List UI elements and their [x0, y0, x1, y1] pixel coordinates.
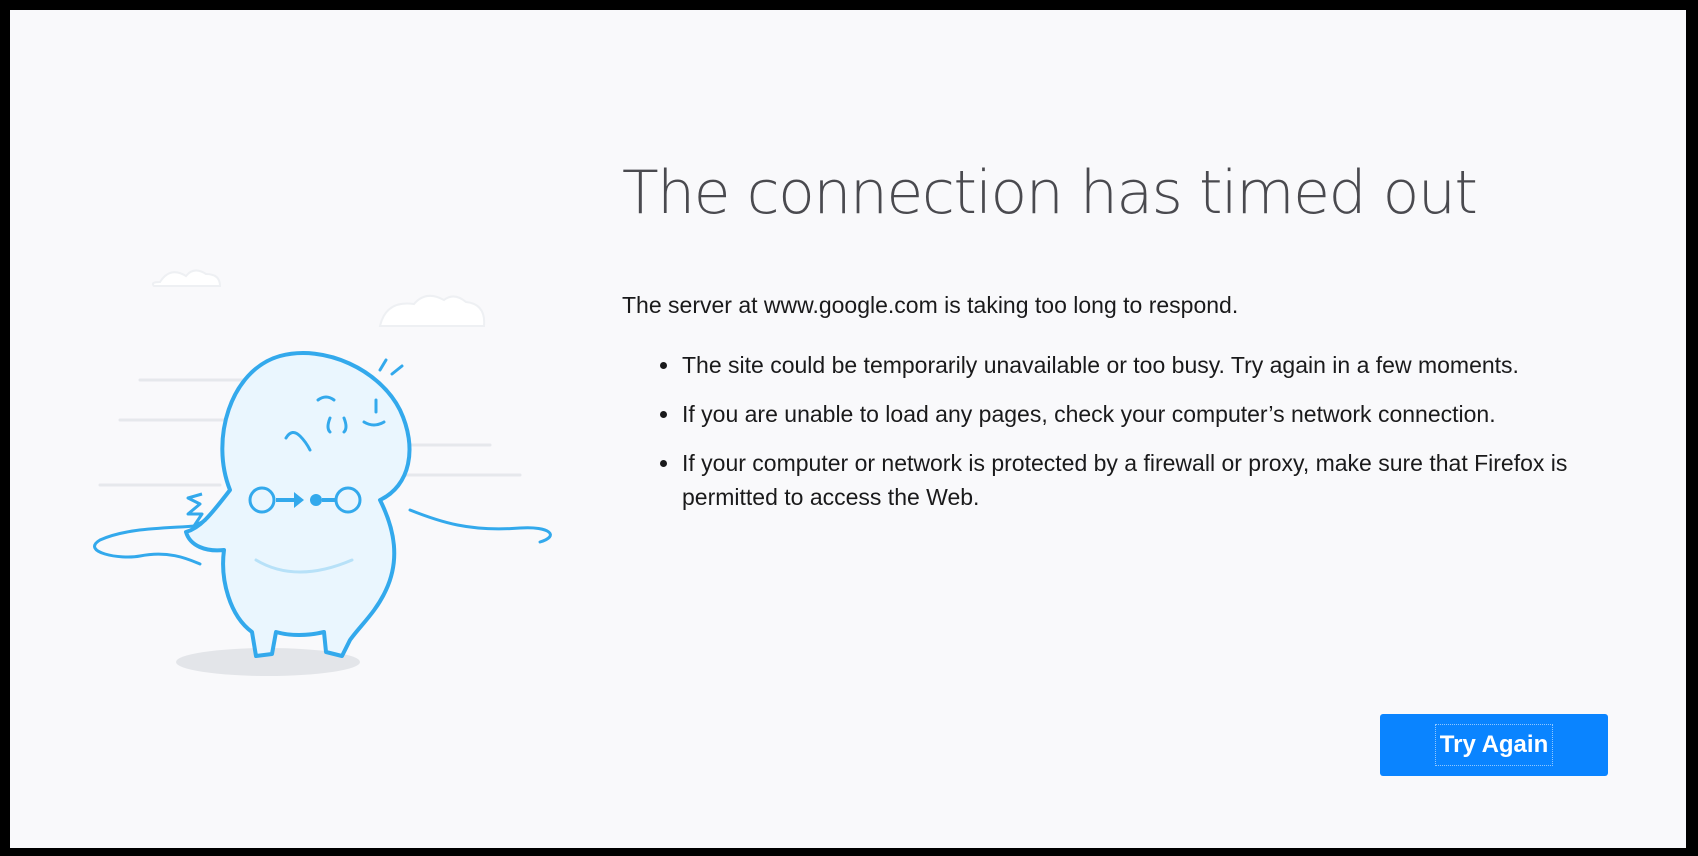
error-description: The server at www.google.com is taking t… — [622, 292, 1239, 318]
bullet-icon — [660, 362, 667, 369]
sweat-icon — [378, 358, 404, 376]
suggestion-item: If your computer or network is protected… — [660, 446, 1612, 514]
cloud-icon — [378, 294, 486, 327]
suggestion-text: If you are unable to load any pages, che… — [682, 401, 1496, 427]
dino-spikes — [186, 492, 207, 528]
bullet-icon — [660, 411, 667, 418]
try-again-button[interactable]: Try Again — [1380, 714, 1608, 776]
try-again-label: Try Again — [1434, 724, 1554, 766]
page-title: The connection has timed out — [622, 158, 1478, 228]
cable-right — [408, 508, 552, 544]
dino-hand-right — [334, 486, 362, 514]
suggestion-item: If you are unable to load any pages, che… — [660, 397, 1612, 431]
screenshot-frame: The connection has timed out The server … — [0, 0, 1698, 856]
suggestion-item: The site could be temporarily unavailabl… — [660, 348, 1612, 382]
suggestion-list: The site could be temporarily unavailabl… — [622, 348, 1632, 514]
suggestion-text: The site could be temporarily unavailabl… — [682, 352, 1519, 378]
suggestion-text: If your computer or network is protected… — [682, 450, 1568, 510]
cloud-icon — [151, 269, 222, 287]
unplugged-dino-illustration — [93, 269, 552, 676]
dino-hand-left — [248, 486, 276, 514]
error-content: The connection has timed out The server … — [622, 160, 1632, 529]
bullet-icon — [660, 460, 667, 467]
